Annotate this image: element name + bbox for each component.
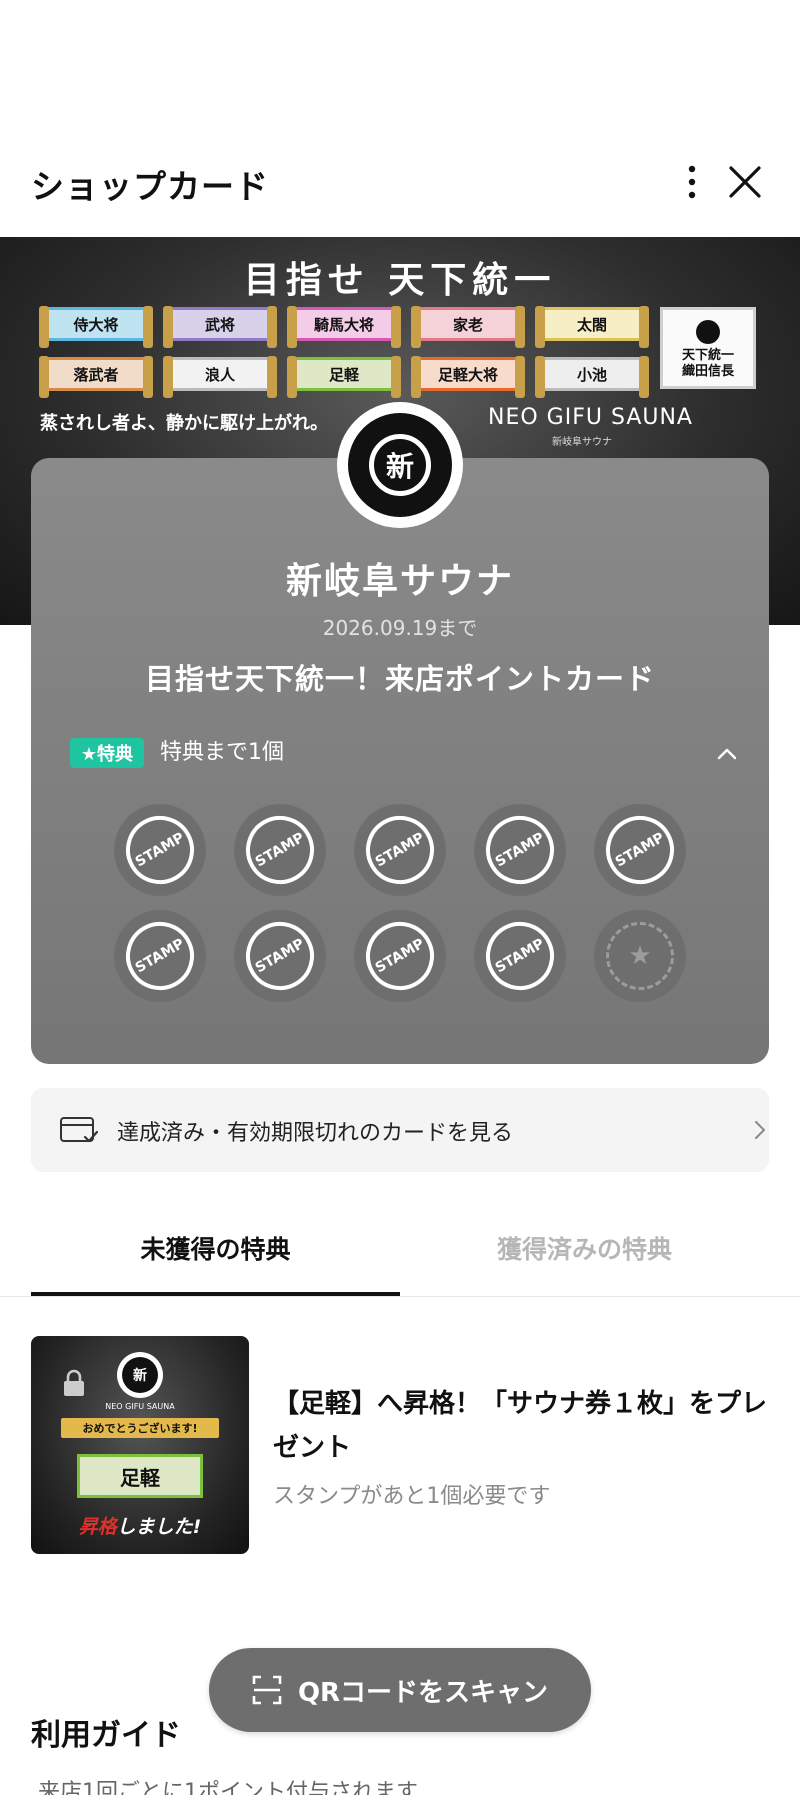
lock-icon [64,1369,84,1396]
expired-cards-link[interactable]: 達成済み・有効期限切れのカードを見る [31,1088,769,1172]
stamp-mark: STAMP [233,909,327,1003]
reward-thumbnail: 新 NEO GIFU SAUNA おめでとうございます! 足軽 昇格しました! [31,1336,249,1554]
stamp-filled: STAMP [473,909,567,1003]
stamp-filled: STAMP [113,909,207,1003]
reward-list-item[interactable]: 新 NEO GIFU SAUNA おめでとうございます! 足軽 昇格しました! … [31,1336,769,1556]
banner-slogan: 蒸されし者よ、静かに駆け上がれ。 [40,413,329,434]
thumb-promo-highlight: 昇格 [78,1516,117,1538]
stamp-empty: ★ [594,910,686,1002]
banner-brand-sub: 新岐阜サウナ [552,437,612,448]
rank-scroll: 小池 [535,356,649,398]
stamp-mark: STAMP [233,803,327,897]
qr-scan-label: QRコードをスキャン [297,1677,549,1708]
header-bar: ショップカード [0,148,800,218]
stamp-mark: STAMP [593,803,687,897]
shop-name: 新岐阜サウナ [285,561,514,602]
crest-icon [696,320,720,344]
tab-unearned-rewards[interactable]: 未獲得の特典 [31,1230,400,1266]
rank-scroll: 足軽 [287,356,401,398]
thumb-brand: NEO GIFU SAUNA [105,1402,175,1411]
rank-scroll: 侍大将 [39,306,153,348]
qr-scan-button[interactable]: QRコードをスキャン [209,1648,591,1732]
rank-scroll: 足軽大将 [411,356,525,398]
close-icon[interactable] [726,162,764,202]
thumb-promo-rest: しました! [116,1516,202,1538]
card-expiry: 2026.09.19まで [322,616,478,640]
thumb-logo: 新 [117,1352,163,1398]
rank-scroll: 騎馬大将 [287,306,401,348]
rank-scroll: 武将 [163,306,277,348]
stamp-filled: STAMP [233,909,327,1003]
banner-seal: 天下統一 織田信長 [660,307,756,389]
stamp-filled: STAMP [353,909,447,1003]
stamp-filled: STAMP [473,803,567,897]
star-icon: ★ [606,922,674,990]
stamp-mark: STAMP [353,909,447,1003]
banner-seal-text: 天下統一 織田信長 [681,348,734,379]
shop-logo-mark: 新 [369,434,431,496]
stamp-mark: STAMP [473,909,567,1003]
reward-badge: ★特典 [70,738,144,768]
banner-brand: NEO GIFU SAUNA [488,405,693,430]
reward-remaining: スタンプがあと1個必要です [273,1484,551,1509]
tab-earned-rewards[interactable]: 獲得済みの特典 [400,1230,769,1266]
thumb-rank: 足軽 [77,1454,203,1498]
rank-scroll: 落武者 [39,356,153,398]
card-check-icon [60,1117,99,1143]
reward-progress-text: 特典まで1個 [160,740,284,765]
reward-name: 【足軽】へ昇格！「サウナ券１枚」をプレゼント [273,1389,768,1463]
stamp-mark: STAMP [113,909,207,1003]
usage-guide-title: 利用ガイド [31,1718,181,1753]
stamp-filled: STAMP [353,803,447,897]
rank-scroll: 家老 [411,306,525,348]
page-title: ショップカード [31,167,269,206]
more-vertical-icon[interactable] [678,162,706,202]
stamp-filled: STAMP [233,803,327,897]
stamp-filled: STAMP [593,803,687,897]
stamp-mark: STAMP [113,803,207,897]
chevron-right-icon [755,1121,765,1139]
rank-scroll: 浪人 [163,356,277,398]
stamp-mark: STAMP [473,803,567,897]
card-title: 目指せ天下統一！来店ポイントカード [144,662,655,696]
stamp-filled: STAMP [113,803,207,897]
shop-logo: 新 [337,402,463,528]
banner-title: 目指せ 天下統一 [243,259,557,301]
usage-guide-text: 来店1回ごとに1ポイント付与されます [38,1780,418,1795]
expired-cards-label: 達成済み・有効期限切れのカードを見る [117,1121,514,1146]
rank-scroll: 太閤 [535,306,649,348]
thumb-congrats: おめでとうございます! [61,1418,219,1438]
qr-scan-icon [252,1675,282,1705]
chevron-up-icon[interactable] [712,742,742,766]
thumb-logo-mark: 新 [122,1357,158,1393]
stamp-mark: STAMP [353,803,447,897]
thumb-promo: 昇格しました! [31,1512,249,1539]
tab-divider [0,1296,800,1297]
